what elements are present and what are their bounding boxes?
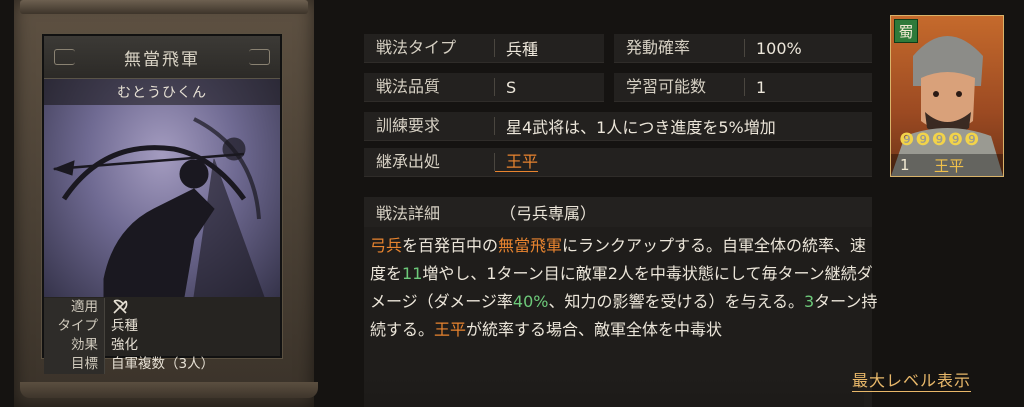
attr-key: 適用: [44, 298, 105, 317]
skill-name: 無當飛軍: [124, 49, 200, 70]
attr-row-effect: 効果 強化: [44, 336, 280, 355]
description-segment: 3: [803, 292, 815, 311]
attr-value: 兵種: [111, 318, 138, 334]
info-label: 学習可能数: [614, 78, 745, 96]
info-row-quality: 戦法品質 S: [364, 73, 604, 102]
info-value: 100%: [756, 38, 802, 58]
detail-label: 戦法詳細: [376, 204, 441, 223]
info-label: 訓練要求: [364, 117, 495, 135]
info-label: 発動確率: [614, 39, 745, 57]
description-segment: を百発百中の: [402, 236, 499, 255]
skill-reading: むとうひくん: [44, 79, 280, 105]
attr-row-target: 目標 自軍複数（3人）: [44, 355, 280, 374]
skill-attributes: 適用 タイプ 兵種 効果 強化 目標 自軍複数（3人）: [44, 298, 280, 374]
attr-value: 自軍複数（3人）: [111, 356, 215, 372]
general-portrait[interactable]: 蜀 ❾❾❾❾❾ 1 王平: [890, 15, 1004, 177]
info-value: 1: [756, 77, 767, 97]
max-level-button[interactable]: 最大レベル表示: [852, 371, 972, 392]
detail-note: （弓兵専属）: [500, 204, 597, 223]
info-value: 兵種: [506, 40, 539, 59]
attr-row-type: タイプ 兵種: [44, 317, 280, 336]
description-segment: 11: [402, 264, 423, 283]
general-name-bar: 1 王平: [891, 154, 1003, 176]
general-cost: 1: [900, 156, 910, 174]
description-segment: が統率する場合、敵軍全体を中毒状: [466, 320, 723, 339]
info-label: 継承出処: [364, 153, 495, 171]
scroll-bottom: [20, 382, 318, 398]
title-ornament-right: [249, 49, 270, 65]
skill-card: 無當飛軍 むとうひくん 適用 タイプ 兵種 効果 強化 目標 自軍複数（3人）: [42, 34, 282, 374]
description-segment: 弓兵: [370, 236, 403, 255]
info-value: S: [506, 77, 517, 97]
skill-artwork: むとうひくん: [44, 79, 280, 297]
scroll-rod: [20, 0, 308, 14]
info-row-type: 戦法タイプ 兵種: [364, 34, 604, 63]
info-label: 戦法品質: [364, 78, 495, 96]
title-ornament-left: [54, 49, 75, 65]
info-row-rate: 発動確率 100%: [614, 34, 872, 63]
info-row-inherit: 継承出処 王平: [364, 148, 872, 177]
description-segment: 、知力の影響を受ける）を与える。: [548, 292, 804, 311]
description-segment: 40%: [512, 292, 549, 311]
attr-row-applicable: 適用: [44, 298, 280, 317]
description-segment: 王平: [434, 320, 467, 339]
crossed-bows-icon: [105, 298, 129, 317]
description-fade: [364, 378, 864, 407]
general-name: 王平: [934, 156, 965, 175]
kingdom-badge: 蜀: [894, 19, 918, 43]
attr-key: タイプ: [44, 317, 105, 336]
info-value: 星4武将は、1人につき進度を5%増加: [506, 118, 776, 137]
inherit-general-link[interactable]: 王平: [495, 152, 539, 172]
attr-value: 強化: [111, 337, 138, 353]
skill-detail-header: 戦法詳細 （弓兵専属）: [364, 197, 872, 227]
skill-description: 弓兵を百発百中の無當飛軍にランクアップする。自軍全体の統率、速度を11増やし、1…: [370, 232, 880, 344]
info-row-training: 訓練要求 星4武将は、1人につき進度を5%増加: [364, 112, 872, 141]
star-rating: ❾❾❾❾❾: [899, 130, 981, 150]
info-row-learn: 学習可能数 1: [614, 73, 872, 102]
archer-silhouette-icon: [52, 117, 265, 297]
attr-key: 効果: [44, 336, 105, 355]
info-label: 戦法タイプ: [364, 39, 495, 57]
description-segment: 無當飛軍: [498, 236, 563, 255]
skill-card-title: 無當飛軍: [44, 36, 280, 79]
attr-key: 目標: [44, 355, 105, 374]
